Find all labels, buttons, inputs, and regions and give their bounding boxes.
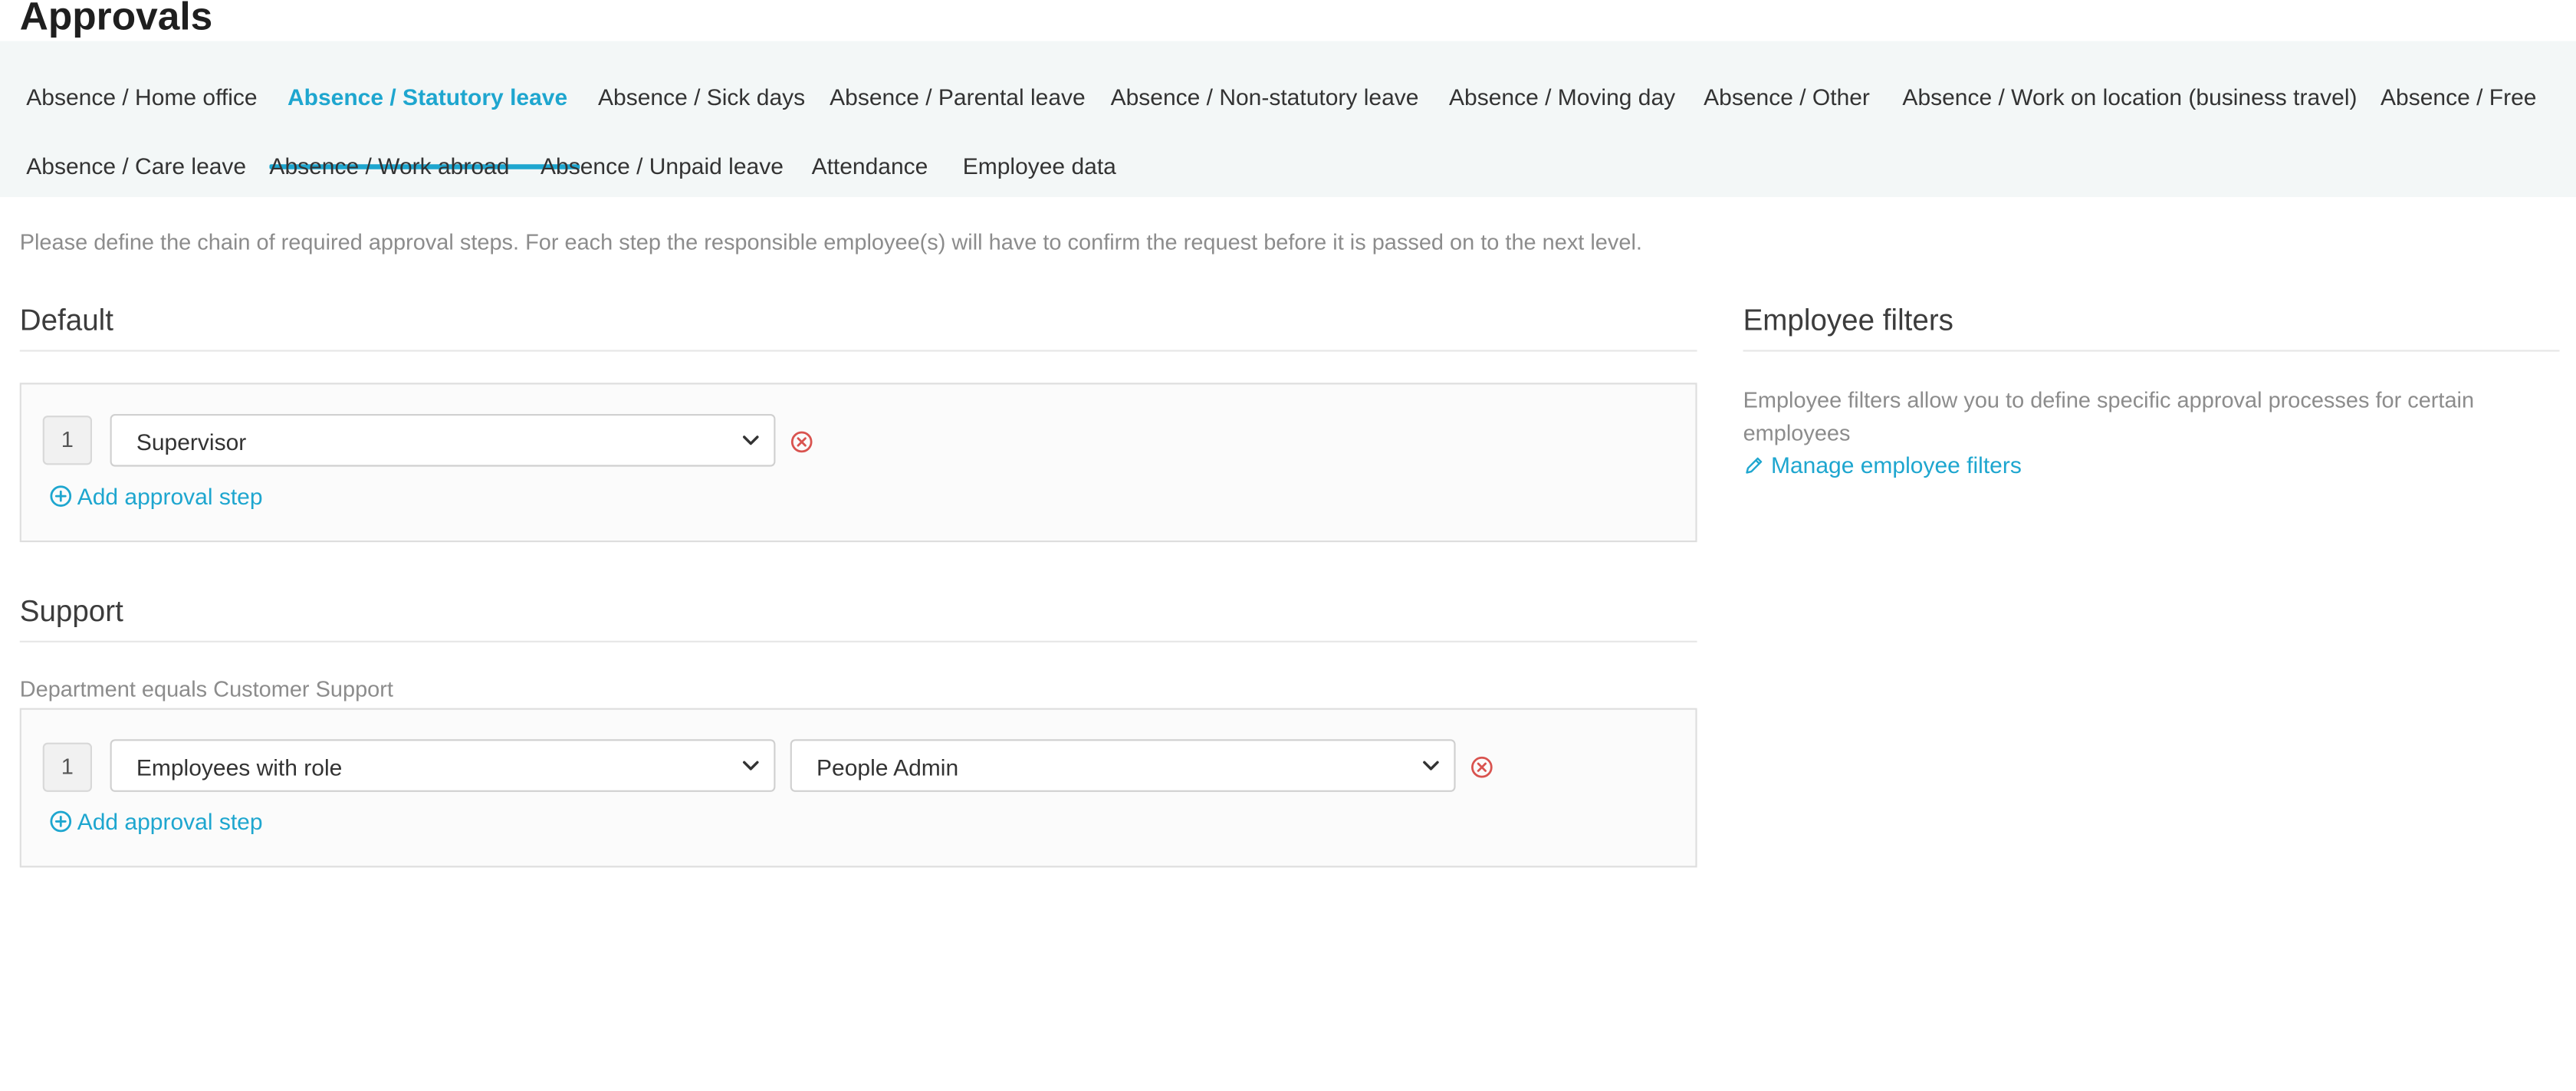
tab-work-abroad[interactable]: Absence / Work abroad <box>269 150 509 182</box>
chevron-down-icon <box>1423 761 1439 771</box>
plus-circle-icon <box>50 485 72 507</box>
tab-free[interactable]: Absence / Free <box>2380 81 2536 113</box>
employee-filters-divider <box>1743 350 2560 352</box>
employee-filters-description: Employee filters allow you to define spe… <box>1743 387 2475 445</box>
support-steps-box: 1 Employees with role People Admin Add a… <box>19 708 1697 868</box>
approver-select[interactable]: Supervisor <box>110 414 776 467</box>
approvals-page: Approvals Absence / Home office Absence … <box>0 0 2576 1091</box>
plus-circle-icon <box>50 810 72 833</box>
x-circle-icon[interactable] <box>790 430 813 453</box>
default-section-divider <box>19 350 1697 352</box>
default-section-title: Default <box>19 304 113 337</box>
manage-employee-filters-link[interactable]: Manage employee filters <box>1743 452 2022 478</box>
add-approval-step-button[interactable]: Add approval step <box>49 808 263 835</box>
x-circle-icon[interactable] <box>1470 756 1493 779</box>
manage-employee-filters-label: Manage employee filters <box>1771 452 2022 478</box>
tab-non-statutory-leave[interactable]: Absence / Non-statutory leave <box>1111 81 1419 113</box>
tab-attendance[interactable]: Attendance <box>812 150 928 182</box>
approver-type-select[interactable]: Employees with role <box>110 739 776 792</box>
approver-type-select-value: Employees with role <box>136 754 343 780</box>
tab-work-on-location[interactable]: Absence / Work on location (business tra… <box>1902 81 2357 113</box>
approver-select-value: Supervisor <box>136 429 247 455</box>
tab-unpaid-leave[interactable]: Absence / Unpaid leave <box>540 150 784 182</box>
intro-text: Please define the chain of required appr… <box>19 230 1642 255</box>
role-select[interactable]: People Admin <box>790 739 1456 792</box>
role-select-value: People Admin <box>816 754 959 780</box>
tab-other[interactable]: Absence / Other <box>1704 81 1870 113</box>
default-steps-box: 1 Supervisor Add approval step <box>19 383 1697 543</box>
tab-employee-data[interactable]: Employee data <box>963 150 1116 182</box>
chevron-down-icon <box>742 761 759 771</box>
tab-moving-day[interactable]: Absence / Moving day <box>1449 81 1675 113</box>
support-section-title: Support <box>19 594 123 628</box>
step-number: 1 <box>42 416 93 465</box>
employee-filters-title: Employee filters <box>1743 304 1953 337</box>
tab-sick-days[interactable]: Absence / Sick days <box>598 81 805 113</box>
support-section-divider <box>19 640 1697 642</box>
support-condition-text: Department equals Customer Support <box>19 676 393 702</box>
tab-bar: Absence / Home office Absence / Statutor… <box>0 41 2576 198</box>
tab-care-leave[interactable]: Absence / Care leave <box>26 150 246 182</box>
add-approval-step-label: Add approval step <box>77 483 263 510</box>
tab-parental-leave[interactable]: Absence / Parental leave <box>830 81 1086 113</box>
chevron-down-icon <box>742 435 759 445</box>
page-title: Approvals <box>19 0 213 40</box>
pencil-icon <box>1746 456 1763 473</box>
add-approval-step-button[interactable]: Add approval step <box>49 483 263 510</box>
tab-statutory-leave[interactable]: Absence / Statutory leave <box>288 81 567 113</box>
add-approval-step-label: Add approval step <box>77 808 263 835</box>
tab-home-office[interactable]: Absence / Home office <box>26 81 257 113</box>
step-number: 1 <box>42 742 93 792</box>
